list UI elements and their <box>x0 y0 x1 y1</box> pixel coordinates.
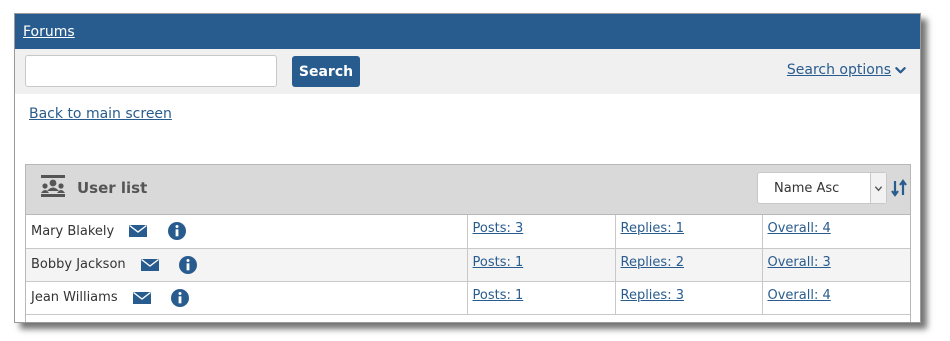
info-icon[interactable] <box>178 255 198 275</box>
table-row: Jean Williams Posts: 1 Replies: 3 Overal… <box>26 281 910 315</box>
sort-direction-icon[interactable] <box>891 179 907 197</box>
search-input[interactable] <box>25 55 277 87</box>
overall-cell: Overall: 4 <box>762 215 910 249</box>
search-bar: Search Search options <box>15 49 920 94</box>
overall-link[interactable]: Overall: 4 <box>768 288 831 303</box>
forum-window: Forums Search Search options Back to mai… <box>14 13 921 323</box>
chevron-down-icon <box>895 66 906 73</box>
info-icon[interactable] <box>167 221 187 241</box>
forums-link[interactable]: Forums <box>23 24 75 40</box>
sort-select-value: Name Asc <box>774 180 840 196</box>
user-list-title: User list <box>77 179 148 197</box>
back-to-main-link[interactable]: Back to main screen <box>29 106 172 122</box>
user-cell: Jean Williams <box>26 281 468 315</box>
posts-link[interactable]: Posts: 1 <box>473 288 524 303</box>
top-bar: Forums <box>15 14 920 49</box>
info-icon[interactable] <box>170 288 190 308</box>
replies-cell: Replies: 1 <box>615 215 763 249</box>
chevron-down-icon <box>874 185 883 191</box>
table-row: Mary Blakely Posts: 3 Replies: 1 Overall… <box>26 215 910 249</box>
search-options-label: Search options <box>786 62 891 78</box>
posts-link[interactable]: Posts: 1 <box>473 255 524 270</box>
posts-cell: Posts: 1 <box>467 248 616 282</box>
user-cell: Bobby Jackson <box>26 248 468 282</box>
overall-link[interactable]: Overall: 3 <box>768 255 831 270</box>
replies-cell: Replies: 2 <box>615 248 763 282</box>
overall-link[interactable]: Overall: 4 <box>768 221 831 236</box>
user-name: Mary Blakely <box>31 223 115 239</box>
posts-cell: Posts: 3 <box>467 215 616 249</box>
search-options-toggle[interactable]: Search options <box>787 62 906 78</box>
replies-link[interactable]: Replies: 1 <box>621 221 684 236</box>
user-list-header: User list Name Asc <box>26 165 910 215</box>
overall-cell: Overall: 4 <box>762 281 910 315</box>
user-list-panel: User list Name Asc Mary Blakely Posts: 3… <box>25 164 911 322</box>
sort-select[interactable]: Name Asc <box>757 172 887 204</box>
replies-link[interactable]: Replies: 3 <box>621 288 684 303</box>
user-table: Mary Blakely Posts: 3 Replies: 1 Overall… <box>26 215 910 315</box>
user-name: Bobby Jackson <box>31 257 126 272</box>
overall-cell: Overall: 3 <box>762 248 910 282</box>
replies-link[interactable]: Replies: 2 <box>621 255 684 270</box>
table-row: Bobby Jackson Posts: 1 Replies: 2 Overal… <box>26 248 910 282</box>
user-list-icon <box>41 175 65 197</box>
posts-cell: Posts: 1 <box>467 281 616 315</box>
email-icon[interactable] <box>128 224 148 238</box>
search-button[interactable]: Search <box>292 56 360 87</box>
user-name: Jean Williams <box>31 290 118 305</box>
email-icon[interactable] <box>140 258 160 272</box>
posts-link[interactable]: Posts: 3 <box>473 221 524 236</box>
replies-cell: Replies: 3 <box>615 281 763 315</box>
user-cell: Mary Blakely <box>26 215 468 249</box>
email-icon[interactable] <box>132 291 152 305</box>
select-arrow <box>870 173 886 203</box>
